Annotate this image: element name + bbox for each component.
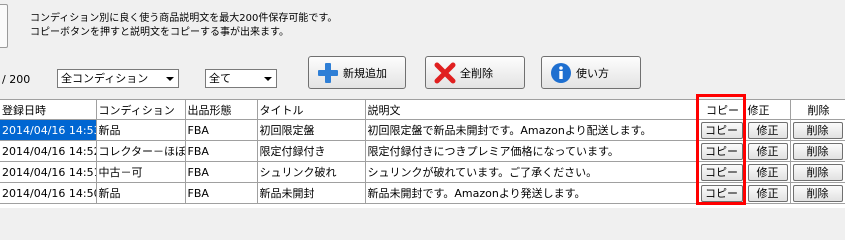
chevron-down-icon: [166, 77, 174, 81]
help-button[interactable]: 使い方: [541, 56, 641, 89]
header-condition[interactable]: コンディション: [96, 99, 186, 120]
edit-button[interactable]: 修正: [747, 184, 788, 202]
cell-date: 2014/04/16 14:50: [0, 182, 97, 204]
add-new-label: 新規追加: [343, 66, 387, 80]
cell-title: シュリンク破れ: [257, 161, 366, 183]
cell-title: 限定付録付き: [257, 140, 366, 162]
cell-type: FBA: [185, 182, 258, 204]
cell-condition: 新品: [96, 182, 186, 204]
description-line-1: コンディション別に良く使う商品説明文を最大200件保存可能です。: [30, 13, 338, 24]
cell-title: 新品未開封: [257, 182, 366, 204]
description-line-2: コピーボタンを押すと説明文をコピーする事が出来ます。: [30, 27, 289, 38]
chevron-down-icon: [264, 77, 272, 81]
plus-icon: [317, 62, 339, 84]
cell-date: 2014/04/16 14:52: [0, 140, 97, 162]
delete-all-label: 全削除: [460, 66, 493, 80]
delete-button[interactable]: 削除: [792, 121, 843, 139]
type-filter-value: 全て: [209, 72, 231, 85]
delete-all-button[interactable]: 全削除: [425, 56, 525, 89]
delete-button[interactable]: 削除: [792, 163, 843, 181]
cell-type: FBA: [185, 161, 258, 183]
edit-button[interactable]: 修正: [747, 121, 788, 139]
delete-button[interactable]: 削除: [792, 184, 843, 202]
copy-column-highlight: [696, 94, 746, 205]
cell-date: 2014/04/16 14:51: [0, 161, 97, 183]
cell-description: シュリンクが破れています。ご了承ください。: [365, 161, 699, 183]
cell-date: 2014/04/16 14:53: [0, 119, 97, 141]
cell-type: FBA: [185, 119, 258, 141]
edit-button[interactable]: 修正: [747, 142, 788, 160]
record-count: / 200: [2, 73, 31, 86]
cell-description: 限定付録付きにつきプレミア価格になっています。: [365, 140, 699, 162]
cell-condition: 中古－可: [96, 161, 186, 183]
help-label: 使い方: [576, 66, 609, 80]
condition-filter-select[interactable]: 全コンディション: [57, 69, 179, 88]
cell-condition: コレクター－ほぼ...: [96, 140, 186, 162]
info-icon: [550, 62, 572, 84]
cell-type: FBA: [185, 140, 258, 162]
cell-description: 新品未開封です。Amazonより発送します。: [365, 182, 699, 204]
type-filter-select[interactable]: 全て: [205, 69, 277, 88]
delete-button[interactable]: 削除: [792, 142, 843, 160]
edit-button[interactable]: 修正: [747, 163, 788, 181]
cell-description: 初回限定盤で新品未開封です。Amazonより配送します。: [365, 119, 699, 141]
x-icon: [434, 62, 456, 84]
window-corner-icon: [0, 4, 8, 48]
header-description[interactable]: 説明文: [365, 99, 699, 120]
description-text: コンディション別に良く使う商品説明文を最大200件保存可能です。 コピーボタンを…: [30, 12, 337, 40]
header-edit: 修正: [745, 99, 791, 120]
condition-filter-value: 全コンディション: [61, 72, 149, 85]
cell-condition: 新品: [96, 119, 186, 141]
header-type[interactable]: 出品形態: [185, 99, 258, 120]
add-new-button[interactable]: 新規追加: [308, 56, 406, 89]
header-title[interactable]: タイトル: [257, 99, 366, 120]
cell-title: 初回限定盤: [257, 119, 366, 141]
header-delete: 削除: [790, 99, 845, 120]
header-date[interactable]: 登録日時: [0, 99, 97, 120]
